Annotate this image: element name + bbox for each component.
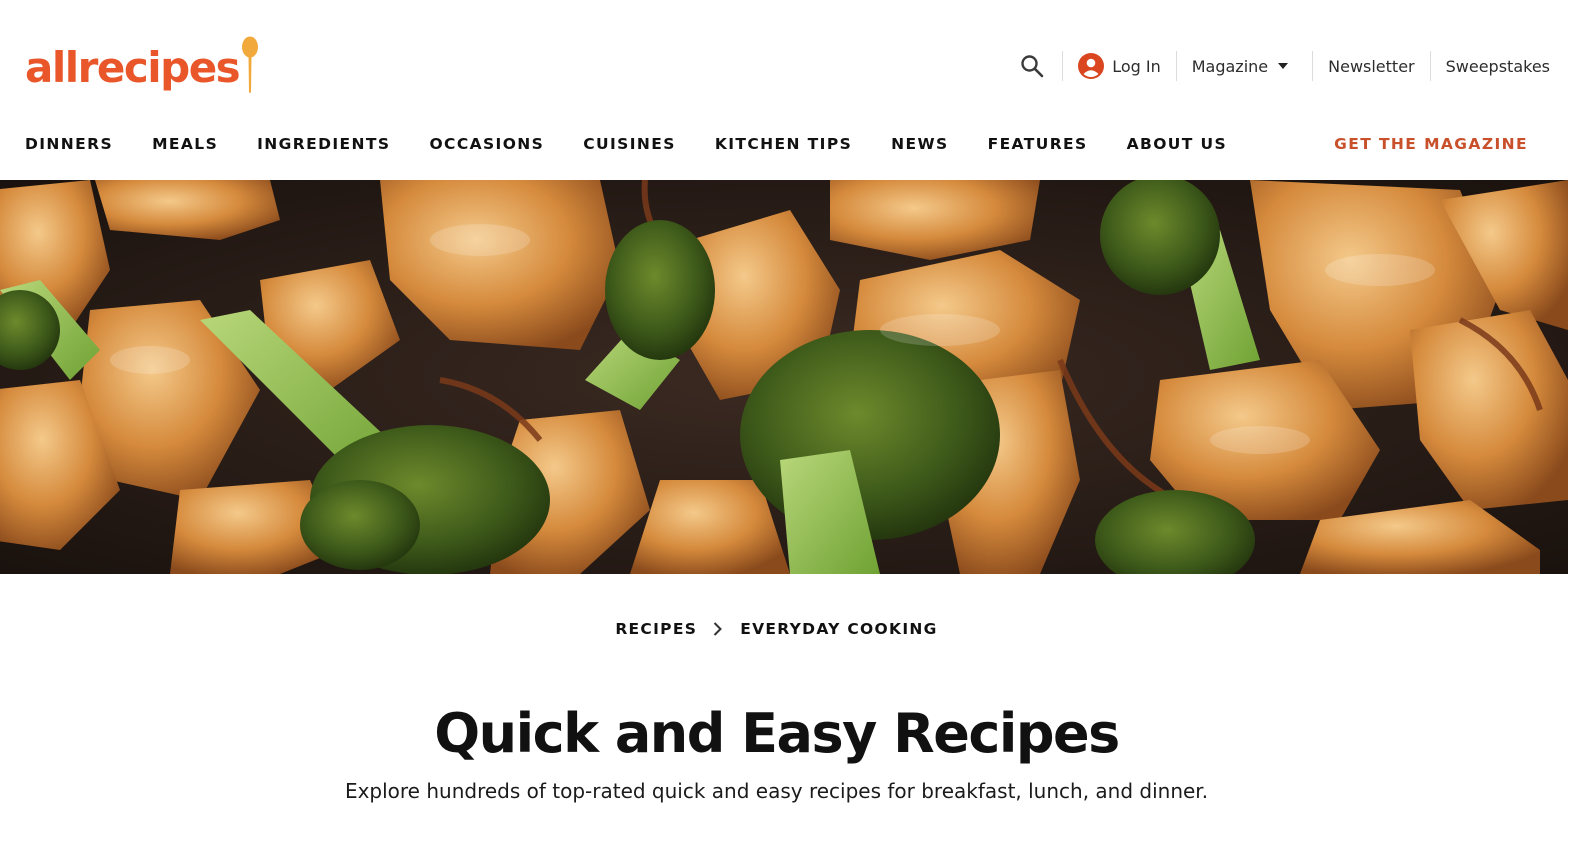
nav-item-features[interactable]: FEATURES [988,135,1088,153]
sweepstakes-link[interactable]: Sweepstakes [1431,57,1550,76]
search-icon [1020,54,1044,78]
newsletter-link[interactable]: Newsletter [1313,57,1430,76]
sweepstakes-label: Sweepstakes [1445,56,1550,76]
login-label: Log In [1112,56,1161,76]
chevron-right-icon [713,622,723,636]
utility-nav: Log In Magazine Newsletter Sweepstakes [1006,46,1550,86]
allrecipes-logo[interactable]: allrecipes [25,36,259,99]
nav-item-news[interactable]: NEWS [891,135,948,153]
nav-item-ingredients[interactable]: INGREDIENTS [257,135,390,153]
page: allrecipes Log In Magazine Newsletter Sw… [0,0,1590,856]
site-header: allrecipes Log In Magazine Newsletter Sw… [0,0,1590,180]
breadcrumb: RECIPES EVERYDAY COOKING [0,617,1553,641]
hero-image [0,180,1568,574]
page-title: Quick and Easy Recipes [434,702,1120,765]
login-link[interactable]: Log In [1063,53,1176,79]
nav-item-cuisines[interactable]: CUISINES [583,135,676,153]
nav-item-dinners[interactable]: DINNERS [25,135,113,153]
magazine-menu[interactable]: Magazine [1177,57,1312,76]
page-subtitle: Explore hundreds of top-rated quick and … [344,779,1209,803]
spoon-icon [241,36,259,99]
logo-wordmark: allrecipes [25,43,241,92]
main-nav: DINNERS MEALS INGREDIENTS OCCASIONS CUIS… [25,132,1266,156]
newsletter-label: Newsletter [1328,56,1415,76]
get-the-magazine-link[interactable]: GET THE MAGAZINE [1334,132,1528,156]
page-scrollbar[interactable] [1568,180,1590,856]
breadcrumb-everyday-cooking[interactable]: EVERYDAY COOKING [740,620,937,638]
magazine-label: Magazine [1191,56,1269,76]
caret-down-icon [1278,63,1289,69]
nav-item-occasions[interactable]: OCCASIONS [429,135,544,153]
search-button[interactable] [1006,54,1062,78]
nav-item-meals[interactable]: MEALS [152,135,218,153]
stir-fry-photo [0,180,1568,574]
user-circle-icon [1078,53,1105,79]
breadcrumb-recipes[interactable]: RECIPES [615,620,697,638]
nav-item-kitchen-tips[interactable]: KITCHEN TIPS [715,135,852,153]
nav-item-about-us[interactable]: ABOUT US [1127,135,1228,153]
